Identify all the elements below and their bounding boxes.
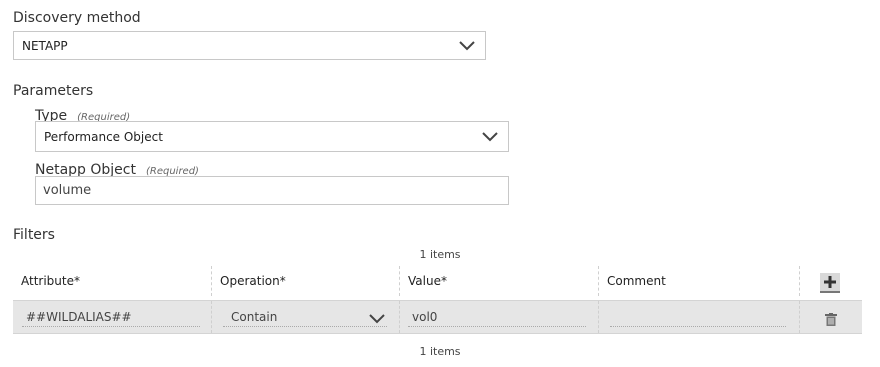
type-select[interactable]: Performance Object: [35, 121, 509, 152]
column-divider: [598, 301, 599, 333]
column-header-attribute[interactable]: Attribute*: [13, 266, 211, 296]
chevron-down-icon: [482, 131, 498, 141]
value-cell[interactable]: vol0: [408, 307, 586, 327]
add-filter-button[interactable]: [820, 273, 840, 293]
attribute-cell[interactable]: ##WILDALIAS##: [22, 307, 200, 327]
items-count-top: 1 items: [419, 248, 461, 261]
parameters-label: Parameters: [13, 83, 94, 99]
column-header-comment[interactable]: Comment: [599, 266, 799, 296]
filters-label: Filters: [13, 227, 55, 243]
column-header-operation[interactable]: Operation*: [212, 266, 398, 296]
column-divider: [399, 301, 400, 333]
netapp-object-input[interactable]: volume: [35, 176, 509, 205]
discovery-method-value: NETAPP: [22, 38, 68, 53]
netapp-object-value: volume: [43, 183, 92, 198]
column-divider: [799, 301, 800, 333]
chevron-down-icon: [369, 314, 385, 324]
operation-value: Contain: [231, 309, 278, 324]
chevron-down-icon: [459, 40, 475, 50]
items-count-bottom: 1 items: [419, 345, 461, 358]
type-value: Performance Object: [44, 129, 163, 144]
discovery-method-select[interactable]: NETAPP: [13, 31, 486, 60]
delete-row-button[interactable]: [825, 311, 839, 326]
plus-icon: [824, 276, 836, 288]
column-divider: [799, 266, 800, 296]
column-header-value[interactable]: Value*: [400, 266, 598, 296]
operation-select[interactable]: Contain: [223, 307, 387, 327]
column-divider: [211, 301, 212, 333]
trash-icon: [825, 313, 837, 326]
discovery-method-label: Discovery method: [13, 10, 141, 26]
comment-cell[interactable]: [610, 307, 786, 327]
table-row[interactable]: ##WILDALIAS## Contain vol0: [13, 300, 862, 334]
